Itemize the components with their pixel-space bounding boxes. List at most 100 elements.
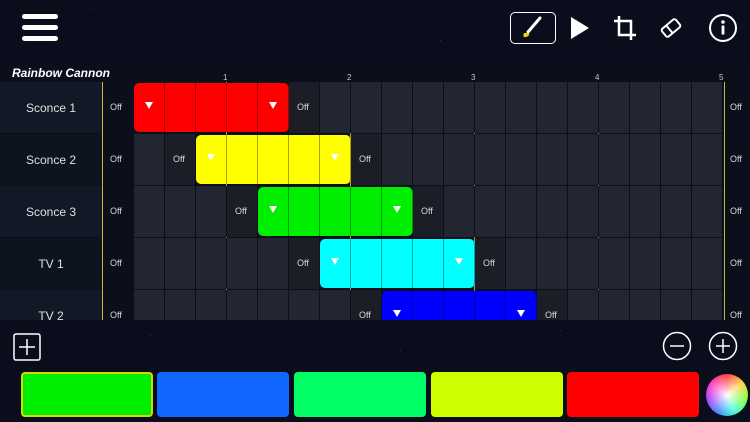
grid-cell[interactable]: Off xyxy=(227,186,258,237)
grid-cell[interactable] xyxy=(537,186,568,237)
grid-cell[interactable] xyxy=(165,186,196,237)
color-block[interactable] xyxy=(444,239,475,288)
play-icon[interactable] xyxy=(568,12,592,44)
color-block[interactable] xyxy=(289,135,320,184)
grid-cell[interactable] xyxy=(134,238,165,289)
grid-cell[interactable] xyxy=(506,134,537,185)
grid-cell[interactable] xyxy=(475,186,506,237)
minus-circle-icon[interactable] xyxy=(662,331,692,366)
eraser-icon[interactable] xyxy=(658,12,684,44)
palette-swatch[interactable] xyxy=(21,372,153,417)
fade-marker-icon[interactable] xyxy=(269,102,277,109)
grid-cell[interactable] xyxy=(692,134,723,185)
grid-cell[interactable] xyxy=(692,186,723,237)
color-block[interactable] xyxy=(413,239,444,288)
grid-cell[interactable] xyxy=(165,238,196,289)
channel-label[interactable]: TV 1 xyxy=(0,238,102,289)
grid-cell[interactable] xyxy=(475,82,506,133)
grid-cell[interactable]: Off xyxy=(351,290,382,320)
grid-cell[interactable] xyxy=(661,82,692,133)
palette-swatch[interactable] xyxy=(567,372,699,417)
grid-cell[interactable] xyxy=(227,238,258,289)
grid-cell[interactable]: Off xyxy=(537,290,568,320)
color-block[interactable] xyxy=(196,83,227,132)
hamburger-menu-icon[interactable] xyxy=(22,14,58,42)
grid-cell[interactable] xyxy=(351,82,382,133)
grid-cell[interactable]: Off xyxy=(351,134,382,185)
grid-cell[interactable] xyxy=(196,186,227,237)
grid-cell[interactable] xyxy=(444,186,475,237)
fade-marker-icon[interactable] xyxy=(145,102,153,109)
grid-cell[interactable] xyxy=(506,186,537,237)
color-block[interactable] xyxy=(382,291,413,320)
grid-cell[interactable] xyxy=(692,82,723,133)
grid-cell[interactable] xyxy=(568,238,599,289)
grid-cell[interactable] xyxy=(227,290,258,320)
grid-cell[interactable] xyxy=(258,290,289,320)
plus-circle-icon[interactable] xyxy=(708,331,738,366)
color-block[interactable] xyxy=(134,83,165,132)
grid-cell[interactable] xyxy=(692,238,723,289)
grid-cell[interactable] xyxy=(320,290,351,320)
grid-cell[interactable] xyxy=(134,186,165,237)
grid-cell[interactable] xyxy=(134,290,165,320)
color-block[interactable] xyxy=(382,187,413,236)
grid-cell[interactable] xyxy=(320,82,351,133)
color-block[interactable] xyxy=(227,83,258,132)
color-block[interactable] xyxy=(320,135,351,184)
grid-cell[interactable] xyxy=(537,238,568,289)
crop-icon[interactable] xyxy=(612,12,638,44)
grid-cell[interactable] xyxy=(537,82,568,133)
fade-marker-icon[interactable] xyxy=(517,310,525,317)
grid-cell[interactable] xyxy=(599,290,630,320)
fade-marker-icon[interactable] xyxy=(269,206,277,213)
color-block[interactable] xyxy=(258,135,289,184)
grid-cell[interactable] xyxy=(661,238,692,289)
grid-cell[interactable] xyxy=(568,82,599,133)
channel-label[interactable]: Sconce 1 xyxy=(0,82,102,133)
plus-square-icon[interactable] xyxy=(13,333,41,366)
color-block[interactable] xyxy=(413,291,444,320)
grid-cell[interactable] xyxy=(630,186,661,237)
fade-marker-icon[interactable] xyxy=(393,206,401,213)
grid-cell[interactable] xyxy=(506,82,537,133)
fade-marker-icon[interactable] xyxy=(207,154,215,161)
grid-cell[interactable] xyxy=(382,134,413,185)
grid-cell[interactable] xyxy=(568,186,599,237)
grid-cell[interactable] xyxy=(599,82,630,133)
palette-swatch[interactable] xyxy=(294,372,426,417)
color-wheel-icon[interactable] xyxy=(706,374,748,416)
color-block[interactable] xyxy=(351,239,382,288)
grid-cell[interactable]: Off xyxy=(165,134,196,185)
color-block[interactable] xyxy=(320,187,351,236)
grid-cell[interactable] xyxy=(630,238,661,289)
grid-cell[interactable] xyxy=(568,290,599,320)
palette-swatch[interactable] xyxy=(431,372,563,417)
grid-cell[interactable] xyxy=(630,290,661,320)
palette-swatch[interactable] xyxy=(157,372,289,417)
grid-cell[interactable] xyxy=(599,186,630,237)
color-block[interactable] xyxy=(165,83,196,132)
grid-cell[interactable] xyxy=(134,134,165,185)
grid-cell[interactable] xyxy=(444,82,475,133)
grid-cell[interactable] xyxy=(444,134,475,185)
color-block[interactable] xyxy=(444,291,475,320)
color-block[interactable] xyxy=(382,239,413,288)
grid-cell[interactable] xyxy=(630,82,661,133)
grid-cell[interactable] xyxy=(196,290,227,320)
grid-cell[interactable]: Off xyxy=(289,238,320,289)
grid-cell[interactable] xyxy=(165,290,196,320)
grid-cell[interactable] xyxy=(661,134,692,185)
grid-cell[interactable] xyxy=(289,290,320,320)
grid-cell[interactable] xyxy=(537,134,568,185)
color-block[interactable] xyxy=(351,187,382,236)
color-block[interactable] xyxy=(506,291,537,320)
grid-cell[interactable] xyxy=(196,238,227,289)
grid-cell[interactable] xyxy=(661,186,692,237)
color-block[interactable] xyxy=(196,135,227,184)
grid-cell[interactable] xyxy=(413,134,444,185)
grid-cell[interactable] xyxy=(692,290,723,320)
color-block[interactable] xyxy=(258,83,289,132)
paintbrush-icon[interactable] xyxy=(510,12,556,44)
grid-cell[interactable] xyxy=(568,134,599,185)
